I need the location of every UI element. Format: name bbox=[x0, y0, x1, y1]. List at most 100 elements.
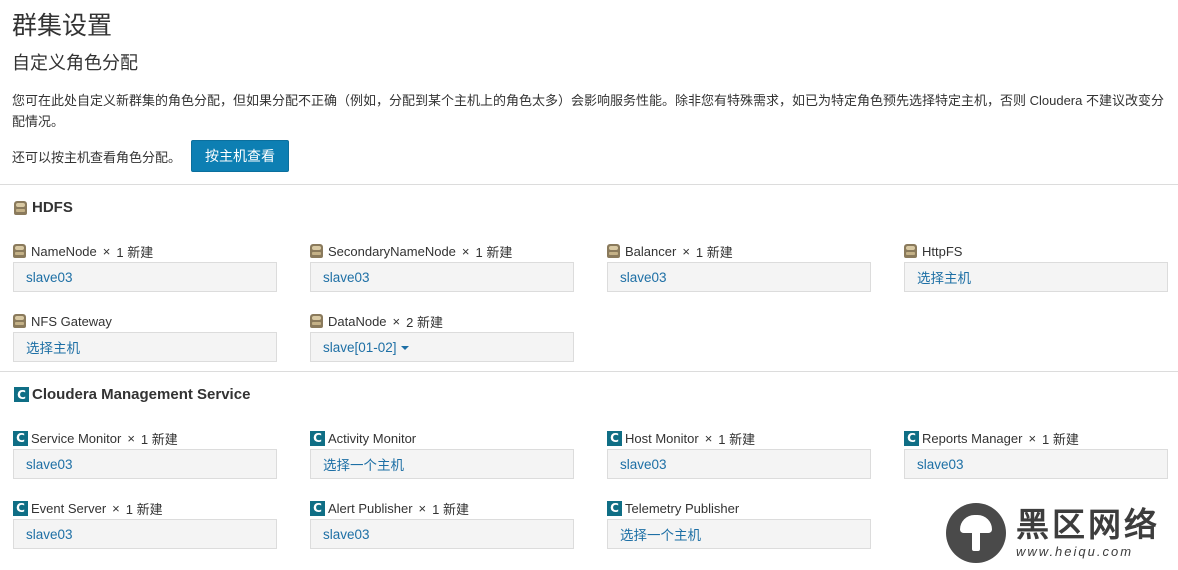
watermark-cn: 黑区网络 bbox=[1016, 505, 1160, 544]
host-value: slave03 bbox=[620, 456, 667, 472]
role-name: Host Monitor bbox=[625, 430, 699, 446]
hdfs-icon bbox=[607, 244, 620, 258]
hdfs-icon bbox=[14, 200, 27, 215]
cloudera-c-icon: C bbox=[14, 387, 29, 402]
host-selector-nfs-gateway[interactable]: 选择主机 bbox=[13, 332, 277, 362]
section-title-cms: C Cloudera Management Service bbox=[14, 386, 250, 403]
host-selector-host-monitor[interactable]: slave03 bbox=[607, 449, 871, 479]
host-selector-reports-manager[interactable]: slave03 bbox=[904, 449, 1168, 479]
times-icon: × bbox=[418, 500, 427, 516]
host-selector-namenode[interactable]: slave03 bbox=[13, 262, 277, 292]
role-service-monitor: C Service Monitor × 1 新建 slave03 bbox=[13, 428, 277, 479]
role-telemetry-publisher: C Telemetry Publisher 选择一个主机 bbox=[607, 498, 871, 549]
role-name: DataNode bbox=[328, 313, 387, 329]
role-count: 2 新建 bbox=[406, 314, 443, 330]
role-name: Activity Monitor bbox=[328, 430, 417, 446]
role-count: 1 新建 bbox=[116, 244, 154, 260]
host-value: slave03 bbox=[26, 269, 73, 285]
host-value: 选择主机 bbox=[917, 271, 971, 286]
view-by-host-label: 还可以按主机查看角色分配。 bbox=[12, 149, 182, 165]
page-description: 您可在此处自定义新群集的角色分配，但如果分配不正确（例如，分配到某个主机上的角色… bbox=[12, 93, 1164, 129]
role-count: 1 新建 bbox=[140, 431, 178, 447]
role-activity-monitor: C Activity Monitor 选择一个主机 bbox=[310, 428, 574, 479]
role-secondarynamenode: SecondaryNameNode × 1 新建 slave03 bbox=[310, 241, 574, 292]
host-value: slave03 bbox=[620, 269, 667, 285]
page-title: 群集设置 bbox=[12, 12, 113, 40]
watermark: 黑区网络 www.heiqu.com bbox=[946, 503, 1160, 563]
role-name: SecondaryNameNode bbox=[328, 243, 456, 259]
mushroom-logo-icon bbox=[946, 503, 1006, 563]
role-count: 1 新建 bbox=[125, 501, 163, 517]
page-subtitle: 自定义角色分配 bbox=[12, 53, 138, 73]
host-value: slave03 bbox=[26, 526, 73, 542]
divider bbox=[0, 371, 1178, 372]
host-selector-secondarynamenode[interactable]: slave03 bbox=[310, 262, 574, 292]
role-name: Service Monitor bbox=[31, 430, 122, 446]
host-selector-activity-monitor[interactable]: 选择一个主机 bbox=[310, 449, 574, 479]
times-icon: × bbox=[461, 243, 470, 259]
cloudera-c-icon: C bbox=[310, 430, 325, 446]
host-value: 选择主机 bbox=[26, 341, 80, 356]
cloudera-c-icon: C bbox=[13, 430, 28, 446]
host-selector-service-monitor[interactable]: slave03 bbox=[13, 449, 277, 479]
host-value: 选择一个主机 bbox=[620, 528, 701, 543]
role-event-server: C Event Server × 1 新建 slave03 bbox=[13, 498, 277, 549]
host-selector-alert-publisher[interactable]: slave03 bbox=[310, 519, 574, 549]
host-value: slave[01-02] bbox=[323, 339, 397, 355]
section-title-label: HDFS bbox=[32, 199, 73, 216]
role-count: 1 新建 bbox=[695, 244, 733, 260]
hdfs-icon bbox=[904, 244, 917, 258]
times-icon: × bbox=[704, 430, 713, 446]
role-name: Event Server bbox=[31, 500, 107, 516]
section-title-hdfs: HDFS bbox=[14, 199, 73, 216]
host-value: slave03 bbox=[917, 456, 964, 472]
role-name: HttpFS bbox=[922, 243, 963, 259]
role-namenode: NameNode × 1 新建 slave03 bbox=[13, 241, 277, 292]
role-name: NameNode bbox=[31, 243, 97, 259]
role-name: Reports Manager bbox=[922, 430, 1023, 446]
role-count: 1 新建 bbox=[1042, 431, 1079, 447]
times-icon: × bbox=[102, 243, 111, 259]
host-selector-event-server[interactable]: slave03 bbox=[13, 519, 277, 549]
role-nfs-gateway: NFS Gateway 选择主机 bbox=[13, 311, 277, 362]
role-httpfs: HttpFS 选择主机 bbox=[904, 241, 1168, 292]
times-icon: × bbox=[392, 313, 401, 329]
section-title-label: Cloudera Management Service bbox=[32, 386, 251, 403]
host-selector-balancer[interactable]: slave03 bbox=[607, 262, 871, 292]
cloudera-c-icon: C bbox=[13, 500, 28, 516]
host-selector-httpfs[interactable]: 选择主机 bbox=[904, 262, 1168, 292]
host-value: slave03 bbox=[323, 269, 370, 285]
host-selector-telemetry-publisher[interactable]: 选择一个主机 bbox=[607, 519, 871, 549]
view-by-host-button[interactable]: 按主机查看 bbox=[191, 140, 290, 172]
role-count: 1 新建 bbox=[432, 501, 469, 517]
role-reports-manager: C Reports Manager × 1 新建 slave03 bbox=[904, 428, 1168, 479]
host-value: 选择一个主机 bbox=[323, 458, 404, 473]
times-icon: × bbox=[127, 430, 135, 446]
hdfs-icon bbox=[13, 314, 26, 328]
role-alert-publisher: C Alert Publisher × 1 新建 slave03 bbox=[310, 498, 574, 549]
cloudera-c-icon: C bbox=[607, 500, 622, 516]
hdfs-icon bbox=[310, 314, 323, 328]
watermark-en: www.heiqu.com bbox=[1016, 544, 1134, 559]
host-selector-datanode[interactable]: slave[01-02] bbox=[310, 332, 574, 362]
role-datanode: DataNode × 2 新建 slave[01-02] bbox=[310, 311, 574, 362]
hdfs-icon bbox=[13, 244, 26, 258]
divider bbox=[0, 184, 1178, 185]
role-host-monitor: C Host Monitor × 1 新建 slave03 bbox=[607, 428, 871, 479]
role-name: Alert Publisher bbox=[328, 500, 413, 516]
times-icon: × bbox=[682, 243, 690, 259]
host-value: slave03 bbox=[26, 456, 73, 472]
cloudera-c-icon: C bbox=[904, 430, 919, 446]
times-icon: × bbox=[1028, 430, 1037, 446]
role-count: 1 新建 bbox=[475, 244, 513, 260]
host-value: slave03 bbox=[323, 526, 370, 542]
role-name: Telemetry Publisher bbox=[625, 500, 740, 516]
role-name: NFS Gateway bbox=[31, 313, 112, 329]
cloudera-c-icon: C bbox=[607, 430, 622, 446]
role-name: Balancer bbox=[625, 243, 677, 259]
role-count: 1 新建 bbox=[718, 431, 756, 447]
view-by-host-row: 还可以按主机查看角色分配。 按主机查看 bbox=[12, 140, 290, 172]
times-icon: × bbox=[112, 500, 120, 516]
caret-down-icon bbox=[400, 346, 409, 350]
cloudera-c-icon: C bbox=[310, 500, 325, 516]
